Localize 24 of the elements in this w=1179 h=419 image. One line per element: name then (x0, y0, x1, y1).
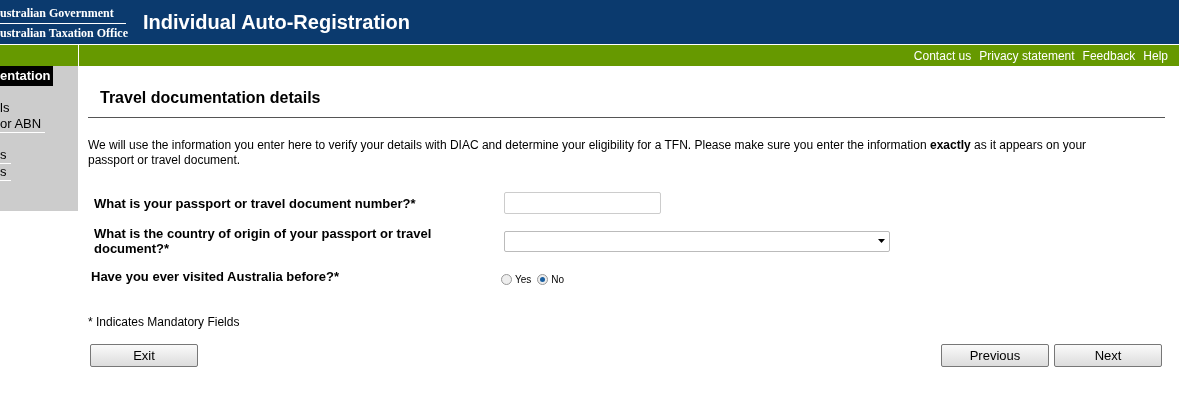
radio-label: No (551, 274, 565, 285)
agency-name: ustralian Government (0, 5, 126, 24)
dropdown-caret-icon (878, 239, 885, 243)
agency-name: ustralian Taxation Office (0, 25, 126, 41)
radio-button[interactable] (537, 274, 549, 285)
question-label: What is your passport or travel document number?* (93, 195, 417, 211)
sidebar-item[interactable]: s (0, 147, 11, 164)
radio-button[interactable] (501, 274, 512, 285)
country-dropdown[interactable] (504, 230, 890, 252)
radio-label: Yes (515, 274, 532, 285)
exit-button[interactable]: Exit (90, 344, 198, 367)
sidebar-item[interactable]: ls (0, 100, 10, 116)
page-title: Travel documentation details (100, 89, 321, 107)
sidebar-item[interactable]: or ABN (0, 116, 46, 133)
question-label: Have you ever visited Australia before?* (90, 269, 341, 284)
sidebar-item[interactable]: s (0, 164, 11, 181)
passport-number-field[interactable] (504, 192, 661, 214)
app-title: Individual Auto-Registration (143, 10, 411, 34)
previous-button[interactable]: Previous (941, 344, 1049, 367)
mandatory-note: * Indicates Mandatory Fields (88, 315, 240, 329)
sidebar-item[interactable]: entation (0, 66, 53, 86)
question-label: What is the country of origin of your passport or travel document?* (93, 226, 433, 256)
intro-text: We will use the information you enter here to verify your details with DIAC and determine your eligibility for a TFN. Please make sure you enter the information exactly as it appears on your passport or travel document. (88, 138, 1088, 168)
next-button[interactable]: Next (1054, 344, 1162, 367)
